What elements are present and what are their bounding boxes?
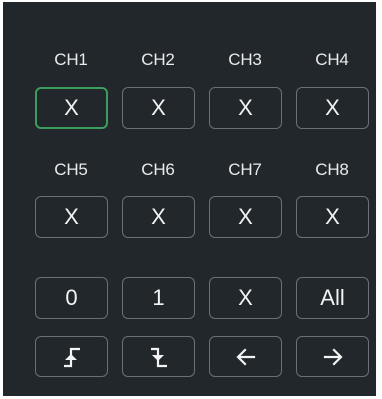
channel-value-ch3: X	[238, 95, 253, 120]
channel-label-ch3: CH3	[228, 50, 262, 69]
channel-label-ch1: CH1	[54, 50, 88, 69]
set-one-button[interactable]: 1	[122, 277, 195, 319]
channel-button-ch8[interactable]: X	[296, 196, 369, 238]
channel-value-ch4: X	[325, 95, 340, 120]
set-zero-button[interactable]: 0	[35, 277, 108, 319]
channel-button-ch7[interactable]: X	[209, 196, 282, 238]
move-right-button[interactable]	[296, 336, 369, 377]
move-left-button[interactable]	[209, 336, 282, 377]
channel-value-ch7: X	[238, 204, 253, 229]
channel-value-ch2: X	[151, 95, 166, 120]
falling-edge-icon	[150, 347, 167, 367]
set-x-label: X	[238, 285, 253, 310]
channel-button-ch4[interactable]: X	[296, 87, 369, 129]
channel-label-ch2: CH2	[141, 50, 175, 69]
select-all-label: All	[320, 285, 345, 310]
arrow-left-icon	[235, 347, 255, 366]
channel-button-ch3[interactable]: X	[209, 87, 282, 129]
set-x-button[interactable]: X	[209, 277, 282, 319]
channel-value-ch6: X	[151, 204, 166, 229]
channel-label-ch6: CH6	[141, 160, 175, 179]
channel-value-ch5: X	[64, 204, 79, 229]
select-all-button[interactable]: All	[296, 277, 369, 319]
arrow-right-icon	[323, 347, 343, 366]
set-zero-label: 0	[65, 285, 78, 310]
channel-value-ch1: X	[64, 95, 79, 120]
channel-label-ch8: CH8	[315, 160, 349, 179]
rising-edge-button[interactable]	[35, 336, 108, 377]
channel-button-ch1[interactable]: X	[35, 87, 108, 129]
falling-edge-button[interactable]	[122, 336, 195, 377]
channel-button-ch6[interactable]: X	[122, 196, 195, 238]
channel-button-ch2[interactable]: X	[122, 87, 195, 129]
channel-label-ch5: CH5	[54, 160, 88, 179]
channel-value-ch8: X	[325, 204, 340, 229]
channel-label-ch7: CH7	[228, 160, 262, 179]
rising-edge-icon	[63, 347, 80, 367]
channel-pattern-panel: CH1 CH2 CH3 CH4 X X X X CH5 CH6 CH7 CH8 …	[3, 2, 376, 396]
channel-label-ch4: CH4	[315, 50, 349, 69]
set-one-label: 1	[152, 285, 165, 310]
channel-button-ch5[interactable]: X	[35, 196, 108, 238]
